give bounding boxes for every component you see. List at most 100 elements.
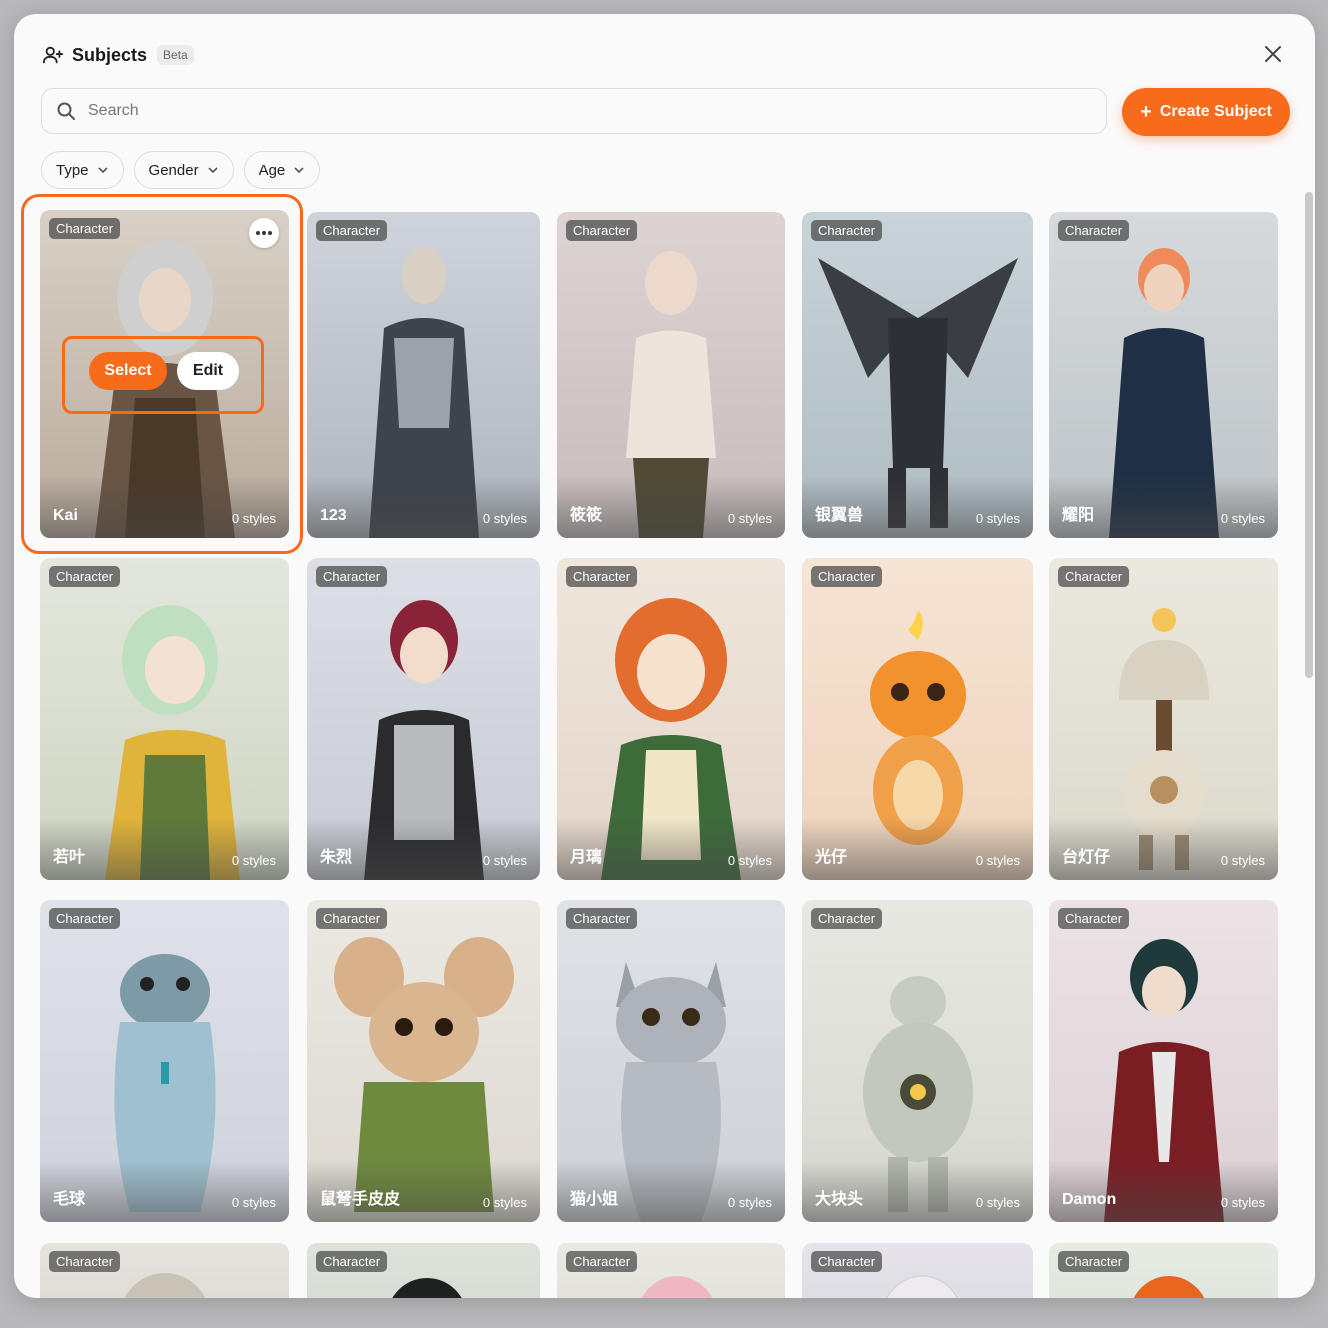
more-icon <box>256 231 272 235</box>
subject-card[interactable]: Character <box>40 1243 289 1298</box>
card-name: 123 <box>320 507 347 524</box>
subject-card[interactable]: Character <box>557 1243 785 1298</box>
card-styles-count: 0 styles <box>231 1195 276 1210</box>
close-icon <box>1265 46 1281 62</box>
card-styles-count: 0 styles <box>482 511 527 526</box>
card-name: 月璃 <box>570 849 603 866</box>
modal-title: Subjects <box>72 44 148 65</box>
subject-card[interactable]: Character 月璃 0 styles <box>557 558 785 880</box>
subject-card[interactable]: Character 若叶 0 styles <box>40 558 289 880</box>
card-type-badge: Character <box>49 566 121 587</box>
subject-card[interactable]: Character 鼠弩手皮皮 0 styles <box>307 900 540 1222</box>
add-user-icon <box>42 46 64 64</box>
card-styles-count: 0 styles <box>1220 853 1265 868</box>
scrollbar[interactable] <box>1305 192 1313 678</box>
character-illustration <box>886 1275 958 1298</box>
character-illustration <box>1133 1276 1205 1298</box>
subject-card[interactable]: Character 猫小姐 0 styles <box>557 900 785 1222</box>
close-button[interactable] <box>1259 40 1287 68</box>
subject-card[interactable]: Character 光仔 0 styles <box>802 558 1033 880</box>
card-name: 大块头 <box>815 1191 864 1208</box>
card-styles-count: 0 styles <box>727 1195 772 1210</box>
modal-header: Subjects Beta <box>42 42 194 68</box>
card-type-badge: Character <box>316 1251 388 1272</box>
card-styles-count: 0 styles <box>231 511 276 526</box>
card-type-badge: Character <box>566 220 638 241</box>
chevron-down-icon <box>97 167 108 174</box>
card-type-badge: Character <box>811 220 883 241</box>
card-type-badge: Character <box>1058 220 1130 241</box>
plus-icon: + <box>1140 101 1152 123</box>
card-name: 台灯仔 <box>1062 849 1111 866</box>
subject-card[interactable]: Character 123 0 styles <box>307 212 540 538</box>
filter-gender[interactable]: Gender <box>133 151 234 189</box>
card-name: 银翼兽 <box>815 507 864 524</box>
subject-card-kai[interactable]: Character Select Edit Kai 0 styles <box>40 210 289 538</box>
card-styles-count: 0 styles <box>1220 1195 1265 1210</box>
card-name: 鼠弩手皮皮 <box>320 1191 401 1208</box>
chevron-down-icon <box>294 167 304 174</box>
card-type-badge: Character <box>1058 908 1130 929</box>
card-type-badge: Character <box>49 218 121 239</box>
subject-card[interactable]: Character 大块头 0 styles <box>802 900 1033 1222</box>
character-illustration <box>641 1276 713 1298</box>
card-styles-count: 0 styles <box>975 853 1020 868</box>
card-type-badge: Character <box>316 220 388 241</box>
card-styles-count: 0 styles <box>975 1195 1020 1210</box>
card-type-badge: Character <box>811 566 883 587</box>
select-button[interactable]: Select <box>89 352 167 390</box>
card-name: 毛球 <box>53 1191 86 1208</box>
subject-card[interactable]: Character 朱烈 0 styles <box>307 558 540 880</box>
subject-card[interactable]: Character 毛球 0 styles <box>40 900 289 1222</box>
card-name: 筱筱 <box>570 507 603 524</box>
card-name: 猫小姐 <box>570 1191 619 1208</box>
card-styles-count: 0 styles <box>231 853 276 868</box>
character-illustration <box>392 1278 462 1298</box>
search-input[interactable] <box>86 101 1070 121</box>
card-type-badge: Character <box>49 1251 121 1272</box>
subject-card[interactable]: Character <box>802 1243 1033 1298</box>
subject-card[interactable]: Character 银翼兽 0 styles <box>802 212 1033 538</box>
card-name: 朱烈 <box>320 849 353 866</box>
card-type-badge: Character <box>811 908 883 929</box>
filter-type[interactable]: Type <box>41 151 124 189</box>
character-illustration <box>124 1273 206 1298</box>
card-styles-count: 0 styles <box>482 853 527 868</box>
subject-card[interactable]: Character 耀阳 0 styles <box>1049 212 1278 538</box>
card-name: Damon <box>1062 1191 1117 1208</box>
card-name: Kai <box>53 507 78 524</box>
card-type-badge: Character <box>566 1251 638 1272</box>
card-type-badge: Character <box>1058 1251 1130 1272</box>
chevron-down-icon <box>208 167 218 174</box>
card-styles-count: 0 styles <box>727 853 772 868</box>
card-type-badge: Character <box>566 566 638 587</box>
filter-bar: Type Gender Age <box>41 151 321 189</box>
filter-age[interactable]: Age <box>243 151 321 189</box>
card-actions: Select Edit <box>89 352 239 390</box>
subject-card[interactable]: Character 筱筱 0 styles <box>557 212 785 538</box>
more-options-button[interactable] <box>249 218 279 248</box>
card-type-badge: Character <box>1058 566 1130 587</box>
create-subject-button[interactable]: + Create Subject <box>1122 88 1290 136</box>
search-icon <box>57 102 75 120</box>
card-type-badge: Character <box>566 908 638 929</box>
create-subject-label: Create Subject <box>1159 103 1272 120</box>
subject-card[interactable]: Character 台灯仔 0 styles <box>1049 558 1278 880</box>
subject-card[interactable]: Character Damon 0 styles <box>1049 900 1278 1222</box>
subject-card[interactable]: Character <box>307 1243 540 1298</box>
card-styles-count: 0 styles <box>727 511 772 526</box>
card-type-badge: Character <box>316 908 388 929</box>
card-styles-count: 0 styles <box>975 511 1020 526</box>
card-styles-count: 0 styles <box>482 1195 527 1210</box>
subjects-modal: Subjects Beta + Create Subject Type Gend… <box>14 14 1315 1298</box>
edit-button[interactable]: Edit <box>177 352 239 390</box>
card-type-badge: Character <box>49 908 121 929</box>
card-name: 光仔 <box>815 849 848 866</box>
beta-badge: Beta <box>157 45 194 65</box>
card-name: 若叶 <box>53 849 86 866</box>
card-styles-count: 0 styles <box>1220 511 1265 526</box>
search-bar[interactable] <box>41 88 1107 134</box>
subject-card[interactable]: Character <box>1049 1243 1278 1298</box>
card-type-badge: Character <box>811 1251 883 1272</box>
card-name: 耀阳 <box>1062 507 1095 524</box>
